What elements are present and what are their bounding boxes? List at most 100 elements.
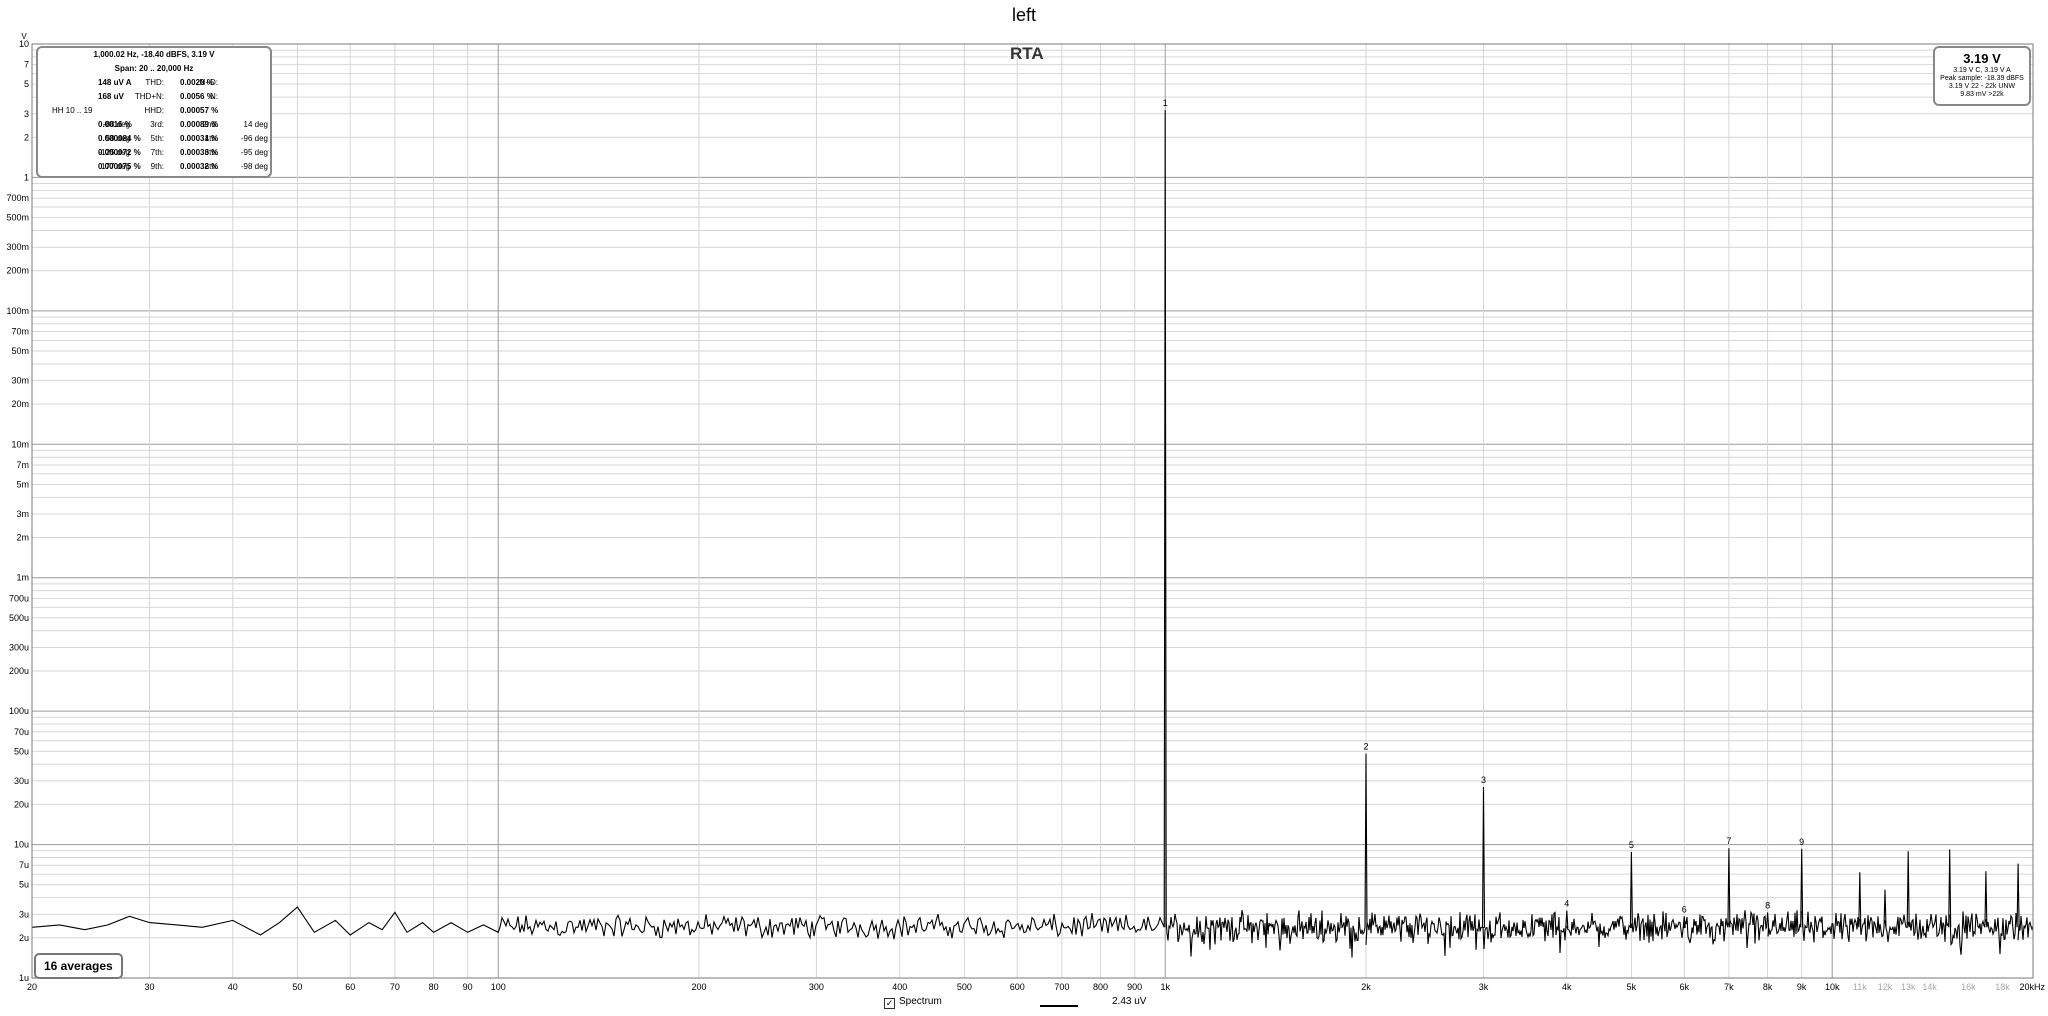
harmonic-label: 4 bbox=[1564, 899, 1569, 909]
y-axis: V1075321700m500m300m200m100m70m50m30m20m… bbox=[6, 32, 29, 983]
y-tick-label: 7u bbox=[19, 860, 29, 870]
x-tick-label: 12k bbox=[1878, 982, 1893, 992]
y-tick-label: 1 bbox=[24, 172, 29, 182]
x-tick-label: 13k bbox=[1901, 982, 1916, 992]
distortion-stats-panel[interactable]: 1,000.02 Hz, -18.40 dBFS, 3.19 V Span: 2… bbox=[36, 46, 272, 178]
harmonic-label: 7 bbox=[1726, 836, 1731, 846]
stats-row: 8th: 0.000075 % 177 deg 9th: 0.00032 % -98 de… bbox=[38, 160, 270, 174]
x-tick-label: 9k bbox=[1797, 982, 1807, 992]
x-tick-label: 14k bbox=[1922, 982, 1937, 992]
rta-spectrum-chart: V1075321700m500m300m200m100m70m50m30m20m… bbox=[6, 32, 2046, 992]
x-tick-label: 100 bbox=[491, 982, 506, 992]
x-tick-label: 5k bbox=[1627, 982, 1637, 992]
y-tick-label: 200u bbox=[9, 666, 29, 676]
stats-v1: 148 uV A bbox=[98, 78, 132, 87]
y-tick-label: 2 bbox=[24, 132, 29, 142]
stats-v2: 0.00032 % bbox=[180, 162, 219, 171]
y-tick-label: 200m bbox=[6, 266, 29, 276]
stats-p1: 58 deg bbox=[105, 134, 130, 143]
y-tick-label: 5u bbox=[19, 880, 29, 890]
stats-v2: 0.00033 % bbox=[180, 148, 219, 157]
y-tick-label: 300u bbox=[9, 642, 29, 652]
x-tick-label: 800 bbox=[1093, 982, 1108, 992]
y-tick-label: 7 bbox=[24, 60, 29, 70]
y-tick-label: 7m bbox=[16, 460, 29, 470]
x-axis: 20 30 40 50 60 70 80 90 100 200 300 400 500 600 700 800… bbox=[27, 982, 2046, 992]
x-tick-label: 16k bbox=[1961, 982, 1976, 992]
stats-p2: -96 deg bbox=[240, 134, 268, 143]
stats-row: 4th: 0.000084 % 58 deg 5th: 0.00031 % -96 deg bbox=[38, 132, 270, 146]
stats-l2: 9th: bbox=[150, 162, 164, 171]
y-tick-label: 70u bbox=[14, 727, 29, 737]
stats-row: N+D: 148 uV A THD: 0.0020 % bbox=[38, 76, 270, 90]
stats-v2: 0.00057 % bbox=[180, 106, 219, 115]
y-tick-label: 3m bbox=[16, 509, 29, 519]
y-tick-label: 500u bbox=[9, 613, 29, 623]
stats-p1: 177 deg bbox=[101, 162, 130, 171]
level-meter-panel[interactable]: 3.19 V 3.19 V C, 3.19 V A Peak sample: -… bbox=[1933, 46, 2031, 106]
y-tick-label: 70m bbox=[11, 327, 29, 337]
stats-row: 2nd: 0.0016 % -88 deg 3rd: 0.00089 % 14 deg bbox=[38, 118, 270, 132]
x-tick-label: 400 bbox=[892, 982, 907, 992]
legend-spectrum-label: Spectrum bbox=[899, 996, 942, 1007]
level-above-22k: 9.83 mV >22k bbox=[1960, 91, 2004, 98]
y-tick-label: 700u bbox=[9, 593, 29, 603]
y-tick-label: 100u bbox=[9, 706, 29, 716]
stats-p2: 14 deg bbox=[243, 120, 268, 129]
x-tick-label: 18k bbox=[1995, 982, 2010, 992]
x-tick-label: 1k bbox=[1160, 982, 1170, 992]
harmonic-label: 5 bbox=[1629, 840, 1634, 850]
level-weighted: 3.19 V C, 3.19 V A bbox=[1953, 67, 2011, 74]
y-tick-label: 3u bbox=[19, 909, 29, 919]
stats-v2: 0.00031 % bbox=[180, 134, 219, 143]
stats-p2: -95 deg bbox=[240, 148, 268, 157]
stats-v2: 0.00089 % bbox=[180, 120, 219, 129]
harmonic-label: 6 bbox=[1682, 904, 1687, 914]
y-tick-label: 500m bbox=[6, 213, 29, 223]
stats-l2: THD+N: bbox=[134, 92, 164, 101]
y-tick-label: 1m bbox=[16, 573, 29, 583]
legend-line-swatch bbox=[1040, 1005, 1078, 1007]
x-tick-label: 30 bbox=[144, 982, 154, 992]
averages-badge: 16 averages bbox=[34, 953, 123, 979]
level-unweighted: 3.19 V 22 - 22k UNW bbox=[1948, 83, 2016, 90]
x-tick-label: 8k bbox=[1763, 982, 1773, 992]
y-tick-label: 10 bbox=[19, 39, 29, 49]
stats-p1: -125 deg bbox=[98, 148, 130, 157]
stats-l1: HH 10 .. 19 bbox=[52, 106, 93, 115]
stats-row: 6th: 0.000072 % -125 deg 7th: 0.00033 % -95 d… bbox=[38, 146, 270, 160]
x-tick-label: 20 bbox=[27, 982, 37, 992]
level-main-value: 3.19 V bbox=[1963, 51, 2001, 66]
harmonic-label: 1 bbox=[1163, 98, 1168, 108]
y-tick-label: 50u bbox=[14, 746, 29, 756]
stats-v1: 168 uV bbox=[98, 92, 124, 101]
stats-v2: 0.0020 % bbox=[180, 78, 214, 87]
y-tick-label: 3 bbox=[24, 109, 29, 119]
spectrum-checkbox[interactable]: ✓ bbox=[884, 998, 895, 1009]
stats-p1: -88 deg bbox=[102, 120, 130, 129]
chart-title: left bbox=[1011, 5, 1036, 25]
x-tick-label: 80 bbox=[429, 982, 439, 992]
x-tick-label: 40 bbox=[228, 982, 238, 992]
stats-l2: 7th: bbox=[150, 148, 164, 157]
rta-label: RTA bbox=[1010, 44, 1044, 63]
x-tick-label: 700 bbox=[1054, 982, 1069, 992]
y-tick-label: 2m bbox=[16, 533, 29, 543]
stats-v2: 0.0056 % bbox=[180, 92, 214, 101]
harmonic-label: 2 bbox=[1363, 742, 1368, 752]
x-tick-label: 70 bbox=[390, 982, 400, 992]
x-tick-label: 600 bbox=[1010, 982, 1025, 992]
x-tick-label: 10k bbox=[1825, 982, 1840, 992]
stats-p2: -98 deg bbox=[240, 162, 268, 171]
legend-value-label: 2.43 uV bbox=[1112, 996, 1147, 1007]
x-tick-label: 6k bbox=[1679, 982, 1689, 992]
stats-l2: 3rd: bbox=[150, 120, 164, 129]
stats-frequency-level: 1,000.02 Hz, -18.40 dBFS, 3.19 V bbox=[93, 50, 215, 59]
y-tick-label: 20m bbox=[11, 399, 29, 409]
x-tick-label: 90 bbox=[463, 982, 473, 992]
stats-span: Span: 20 .. 20,000 Hz bbox=[114, 64, 194, 73]
y-tick-label: 300m bbox=[6, 242, 29, 252]
y-tick-label: 700m bbox=[6, 193, 29, 203]
y-tick-label: 2u bbox=[19, 933, 29, 943]
x-tick-label: 500 bbox=[957, 982, 972, 992]
